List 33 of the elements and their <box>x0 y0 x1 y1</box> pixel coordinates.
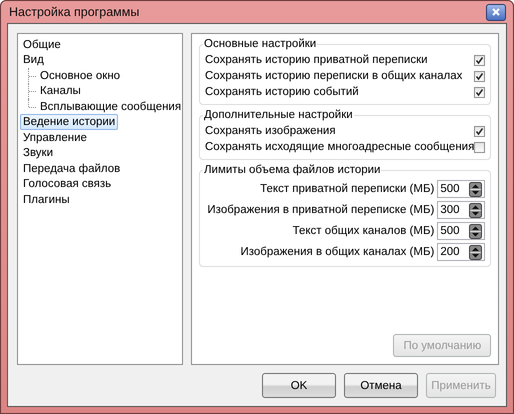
tree-item[interactable]: Основное окно <box>37 68 124 84</box>
checkbox[interactable] <box>474 54 486 66</box>
tree-item[interactable]: Звуки <box>20 145 56 162</box>
checkbox-label: Сохранять историю переписки в общих каналах <box>205 70 462 82</box>
field-label: Текст общих каналов (МБ) <box>292 224 434 236</box>
window-title: Настройка программы <box>8 5 140 19</box>
tree-item[interactable]: Общие <box>20 36 64 53</box>
checkbox-label: Сохранять историю событий <box>205 86 359 98</box>
checkbox-label: Сохранять исходящие многоадресные сообщения <box>205 141 474 153</box>
tree-item[interactable]: Ведение истории <box>20 114 118 130</box>
field-label: Изображения в общих каналах (МБ) <box>240 246 434 258</box>
tree-item[interactable]: Каналы <box>37 83 84 100</box>
group-title: Дополнительные настройки <box>204 109 353 121</box>
field-label: Текст приватной переписки (МБ) <box>260 182 434 194</box>
tree-item[interactable]: Голосовая связь <box>20 176 114 192</box>
tree-item[interactable]: Всплывающие сообщения <box>37 98 184 115</box>
group-title: Основные настройки <box>204 38 316 50</box>
close-icon <box>490 7 502 17</box>
checkbox[interactable] <box>474 142 486 152</box>
checkbox[interactable] <box>474 126 486 136</box>
checkbox-label: Сохранять историю приватной переписки <box>205 54 428 66</box>
dialog-button[interactable]: OK <box>262 373 336 398</box>
checkbox[interactable] <box>474 86 486 98</box>
tree-item[interactable]: Плагины <box>20 192 73 208</box>
tree-item[interactable]: Передача файлов <box>20 160 124 177</box>
dialog-button[interactable]: Отмена <box>344 373 418 398</box>
group-title: Лимиты объема файлов истории <box>204 164 380 176</box>
close-button[interactable] <box>486 4 506 20</box>
tree-item[interactable]: Управление <box>20 130 90 146</box>
checkbox[interactable] <box>474 70 486 82</box>
checkbox-label: Сохранять изображения <box>205 125 336 137</box>
field-label: Изображения в приватной переписке (МБ) <box>207 204 434 216</box>
tree-item[interactable]: Вид <box>20 52 47 68</box>
